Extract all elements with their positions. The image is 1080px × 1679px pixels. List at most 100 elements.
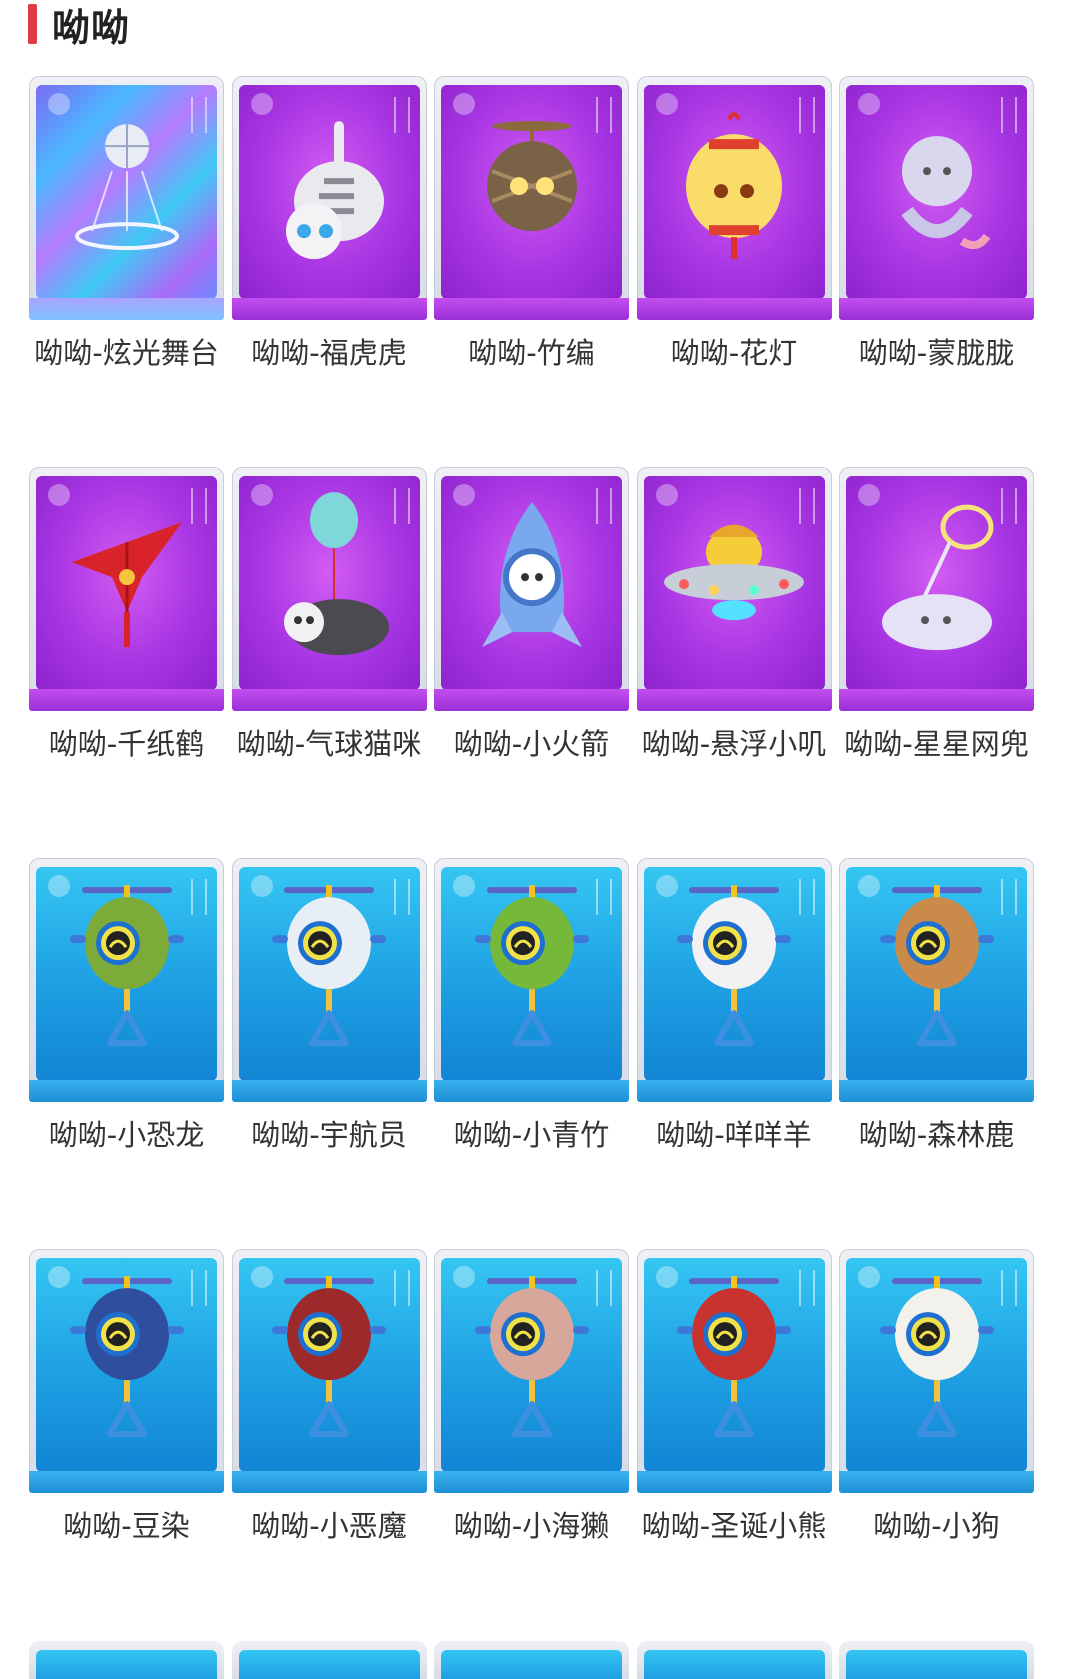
display-backdrop — [238, 476, 420, 690]
item-display-box[interactable] — [636, 76, 832, 326]
display-base — [29, 1471, 224, 1493]
robot-dino-icon — [52, 873, 202, 1067]
display-backdrop — [441, 867, 622, 1081]
item-card[interactable]: 呦呦-圣诞小熊 — [636, 1249, 832, 1640]
item-display-box[interactable] — [636, 858, 832, 1108]
section-title: 呦呦 — [52, 5, 131, 50]
disco-ball-stage-icon — [52, 91, 202, 285]
item-card[interactable]: 呦呦-森林鹿 — [839, 858, 1034, 1249]
item-label: 呦呦-圣诞小熊 — [641, 1509, 827, 1543]
display-backdrop — [846, 476, 1027, 690]
item-label: 呦呦-炫光舞台 — [34, 336, 219, 370]
item-card[interactable]: 呦呦-小海獭 — [434, 1249, 629, 1640]
item-label: 呦呦-小恐龙 — [48, 1118, 205, 1152]
item-label: 呦呦-福虎虎 — [251, 336, 407, 370]
item-display-box[interactable] — [231, 76, 427, 326]
item-display-box[interactable] — [839, 1249, 1034, 1499]
item-card[interactable]: 呦呦-咩咩羊 — [636, 858, 832, 1249]
item-card[interactable]: 呦呦-花灯 — [636, 76, 832, 467]
item-grid: 呦呦-炫光舞台 呦呦-福虎虎 呦呦-竹编 呦呦-花灯 呦呦-蒙胧胧呦呦-千纸鹤 呦呦-气球… — [29, 76, 1054, 1640]
item-display-box[interactable] — [29, 858, 224, 1108]
item-label: 呦呦-宇航员 — [251, 1118, 407, 1152]
item-label: 呦呦-星星网兜 — [844, 727, 1029, 761]
dragon-icon — [862, 91, 1012, 285]
display-backdrop — [36, 476, 217, 690]
ufo-chick-icon — [659, 482, 809, 676]
display-backdrop — [441, 476, 622, 690]
display-base — [839, 1471, 1034, 1493]
item-label: 呦呦-悬浮小叽 — [641, 727, 827, 761]
item-card[interactable]: 呦呦-炫光舞台 — [29, 76, 224, 467]
item-card[interactable]: 呦呦-竹编 — [434, 76, 629, 467]
balloon-cat-icon — [254, 482, 404, 676]
next-row-partial — [29, 1641, 1054, 1679]
display-base — [636, 1471, 832, 1493]
display-base — [434, 298, 629, 320]
robot-dog-icon — [862, 1264, 1012, 1458]
section-header: 呦呦 — [28, 0, 130, 50]
display-base — [29, 298, 224, 320]
display-base — [839, 689, 1034, 711]
item-card[interactable]: 呦呦-星星网兜 — [839, 467, 1034, 858]
item-card[interactable]: 呦呦-小火箭 — [434, 467, 629, 858]
display-base — [636, 1080, 832, 1102]
item-card[interactable]: 呦呦-豆染 — [29, 1249, 224, 1640]
robot-xmas-bear-icon — [659, 1264, 809, 1458]
item-label: 呦呦-豆染 — [63, 1509, 190, 1543]
partial-item-box[interactable] — [839, 1641, 1034, 1679]
item-card[interactable]: 呦呦-悬浮小叽 — [636, 467, 832, 858]
item-display-box[interactable] — [29, 1249, 224, 1499]
item-display-box[interactable] — [839, 76, 1034, 326]
item-card[interactable]: 呦呦-气球猫咪 — [231, 467, 427, 858]
item-card[interactable]: 呦呦-小恐龙 — [29, 858, 224, 1249]
item-card[interactable]: 呦呦-小狗 — [839, 1249, 1034, 1640]
display-backdrop — [846, 867, 1027, 1081]
display-backdrop — [846, 1258, 1027, 1472]
item-display-box[interactable] — [434, 1249, 629, 1499]
item-display-box[interactable] — [434, 467, 629, 717]
item-label: 呦呦-小恶魔 — [251, 1509, 407, 1543]
tiger-icon — [254, 91, 404, 285]
display-backdrop — [441, 85, 622, 299]
bamboo-ball-icon — [457, 91, 607, 285]
display-backdrop — [238, 1258, 420, 1472]
item-card[interactable]: 呦呦-千纸鹤 — [29, 467, 224, 858]
display-backdrop — [36, 1258, 217, 1472]
item-display-box[interactable] — [636, 467, 832, 717]
item-card[interactable]: 呦呦-小青竹 — [434, 858, 629, 1249]
item-display-box[interactable] — [29, 467, 224, 717]
item-display-box[interactable] — [231, 467, 427, 717]
partial-item-box[interactable] — [231, 1641, 427, 1679]
item-display-box[interactable] — [839, 467, 1034, 717]
display-base — [434, 1080, 629, 1102]
partial-item-box[interactable] — [434, 1641, 629, 1679]
section-accent-bar — [28, 4, 37, 44]
item-card[interactable]: 呦呦-宇航员 — [231, 858, 427, 1249]
partial-item-box[interactable] — [29, 1641, 224, 1679]
display-backdrop — [238, 867, 420, 1081]
item-label: 呦呦-小青竹 — [453, 1118, 610, 1152]
robot-deer-icon — [862, 873, 1012, 1067]
display-base — [839, 298, 1034, 320]
cloud-net-icon — [862, 482, 1012, 676]
display-base — [29, 1080, 224, 1102]
item-display-box[interactable] — [636, 1249, 832, 1499]
item-display-box[interactable] — [231, 1249, 427, 1499]
item-display-box[interactable] — [434, 858, 629, 1108]
item-display-box[interactable] — [839, 858, 1034, 1108]
item-card[interactable]: 呦呦-蒙胧胧 — [839, 76, 1034, 467]
item-display-box[interactable] — [29, 76, 224, 326]
item-card[interactable]: 呦呦-福虎虎 — [231, 76, 427, 467]
item-label: 呦呦-蒙胧胧 — [858, 336, 1015, 370]
paper-crane-icon — [52, 482, 202, 676]
display-backdrop — [441, 1258, 622, 1472]
item-display-box[interactable] — [434, 76, 629, 326]
item-display-box[interactable] — [231, 858, 427, 1108]
robot-sheep-icon — [659, 873, 809, 1067]
display-backdrop — [36, 867, 217, 1081]
display-base — [231, 298, 427, 320]
display-base — [231, 1471, 427, 1493]
partial-item-box[interactable] — [636, 1641, 832, 1679]
item-card[interactable]: 呦呦-小恶魔 — [231, 1249, 427, 1640]
robot-bamboo-icon — [457, 873, 607, 1067]
